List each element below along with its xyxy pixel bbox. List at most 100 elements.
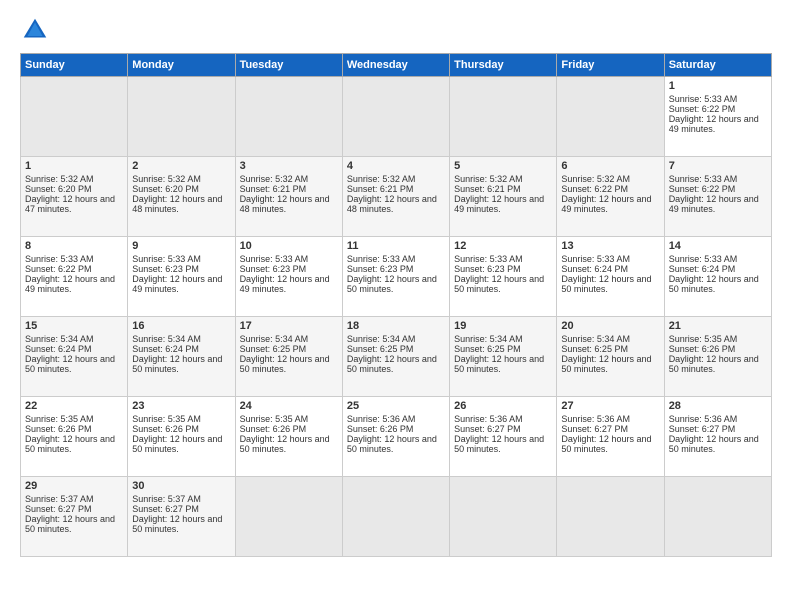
calendar-cell: 29Sunrise: 5:37 AMSunset: 6:27 PMDayligh… xyxy=(21,477,128,557)
calendar-cell xyxy=(342,477,449,557)
sunset-text: Sunset: 6:27 PM xyxy=(561,424,659,434)
sunset-text: Sunset: 6:24 PM xyxy=(132,344,230,354)
sunrise-text: Sunrise: 5:34 AM xyxy=(454,334,552,344)
sunset-text: Sunset: 6:26 PM xyxy=(25,424,123,434)
week-row-5: 22Sunrise: 5:35 AMSunset: 6:26 PMDayligh… xyxy=(21,397,772,477)
sunset-text: Sunset: 6:26 PM xyxy=(347,424,445,434)
daylight-text: Daylight: 12 hours and 48 minutes. xyxy=(240,194,338,214)
day-header-wednesday: Wednesday xyxy=(342,54,449,77)
day-number: 1 xyxy=(25,160,123,172)
day-number: 14 xyxy=(669,240,767,252)
sunrise-text: Sunrise: 5:34 AM xyxy=(25,334,123,344)
daylight-text: Daylight: 12 hours and 50 minutes. xyxy=(25,354,123,374)
day-header-friday: Friday xyxy=(557,54,664,77)
sunrise-text: Sunrise: 5:34 AM xyxy=(132,334,230,344)
sunrise-text: Sunrise: 5:33 AM xyxy=(240,254,338,264)
day-number: 19 xyxy=(454,320,552,332)
sunset-text: Sunset: 6:25 PM xyxy=(240,344,338,354)
sunset-text: Sunset: 6:25 PM xyxy=(347,344,445,354)
calendar-cell: 4Sunrise: 5:32 AMSunset: 6:21 PMDaylight… xyxy=(342,157,449,237)
daylight-text: Daylight: 12 hours and 48 minutes. xyxy=(347,194,445,214)
logo-icon xyxy=(20,15,50,45)
day-number: 13 xyxy=(561,240,659,252)
calendar-cell: 7Sunrise: 5:33 AMSunset: 6:22 PMDaylight… xyxy=(664,157,771,237)
calendar-cell xyxy=(450,477,557,557)
calendar-cell: 1Sunrise: 5:32 AMSunset: 6:20 PMDaylight… xyxy=(21,157,128,237)
calendar-cell: 16Sunrise: 5:34 AMSunset: 6:24 PMDayligh… xyxy=(128,317,235,397)
sunrise-text: Sunrise: 5:35 AM xyxy=(132,414,230,424)
sunset-text: Sunset: 6:20 PM xyxy=(132,184,230,194)
sunrise-text: Sunrise: 5:35 AM xyxy=(669,334,767,344)
daylight-text: Daylight: 12 hours and 50 minutes. xyxy=(454,434,552,454)
calendar-cell: 25Sunrise: 5:36 AMSunset: 6:26 PMDayligh… xyxy=(342,397,449,477)
calendar-page: SundayMondayTuesdayWednesdayThursdayFrid… xyxy=(0,0,792,612)
calendar-cell: 8Sunrise: 5:33 AMSunset: 6:22 PMDaylight… xyxy=(21,237,128,317)
sunset-text: Sunset: 6:26 PM xyxy=(132,424,230,434)
calendar-cell: 15Sunrise: 5:34 AMSunset: 6:24 PMDayligh… xyxy=(21,317,128,397)
sunrise-text: Sunrise: 5:34 AM xyxy=(347,334,445,344)
daylight-text: Daylight: 12 hours and 49 minutes. xyxy=(454,194,552,214)
daylight-text: Daylight: 12 hours and 50 minutes. xyxy=(561,434,659,454)
daylight-text: Daylight: 12 hours and 50 minutes. xyxy=(669,354,767,374)
calendar-cell: 24Sunrise: 5:35 AMSunset: 6:26 PMDayligh… xyxy=(235,397,342,477)
daylight-text: Daylight: 12 hours and 49 minutes. xyxy=(669,194,767,214)
sunset-text: Sunset: 6:27 PM xyxy=(132,504,230,514)
day-number: 26 xyxy=(454,400,552,412)
sunrise-text: Sunrise: 5:33 AM xyxy=(669,254,767,264)
sunset-text: Sunset: 6:22 PM xyxy=(25,264,123,274)
sunrise-text: Sunrise: 5:36 AM xyxy=(347,414,445,424)
sunset-text: Sunset: 6:23 PM xyxy=(347,264,445,274)
calendar-cell: 6Sunrise: 5:32 AMSunset: 6:22 PMDaylight… xyxy=(557,157,664,237)
sunset-text: Sunset: 6:26 PM xyxy=(669,344,767,354)
sunrise-text: Sunrise: 5:37 AM xyxy=(25,494,123,504)
daylight-text: Daylight: 12 hours and 49 minutes. xyxy=(561,194,659,214)
calendar-cell: 9Sunrise: 5:33 AMSunset: 6:23 PMDaylight… xyxy=(128,237,235,317)
day-number: 9 xyxy=(132,240,230,252)
day-number: 22 xyxy=(25,400,123,412)
day-number: 8 xyxy=(25,240,123,252)
sunrise-text: Sunrise: 5:33 AM xyxy=(669,174,767,184)
calendar-cell: 22Sunrise: 5:35 AMSunset: 6:26 PMDayligh… xyxy=(21,397,128,477)
calendar-header: SundayMondayTuesdayWednesdayThursdayFrid… xyxy=(21,54,772,77)
sunrise-text: Sunrise: 5:36 AM xyxy=(669,414,767,424)
day-number: 15 xyxy=(25,320,123,332)
week-row-2: 1 Sunrise: 5:32 AM Sunset: 6:20 PM Daylight… xyxy=(21,157,772,237)
daylight-text: Daylight: 12 hours and 49 minutes. xyxy=(669,114,767,134)
calendar-cell: 26Sunrise: 5:36 AMSunset: 6:27 PMDayligh… xyxy=(450,397,557,477)
day-number: 1 xyxy=(669,80,767,92)
calendar-cell: 2Sunrise: 5:32 AMSunset: 6:20 PMDaylight… xyxy=(128,157,235,237)
day-number: 12 xyxy=(454,240,552,252)
calendar-cell: 14Sunrise: 5:33 AMSunset: 6:24 PMDayligh… xyxy=(664,237,771,317)
sunset-text: Sunset: 6:23 PM xyxy=(454,264,552,274)
daylight-text: Daylight: 12 hours and 47 minutes. xyxy=(25,194,123,214)
sunrise-text: Sunrise: 5:32 AM xyxy=(25,174,123,184)
sunset-text: Sunset: 6:21 PM xyxy=(347,184,445,194)
daylight-text: Daylight: 12 hours and 50 minutes. xyxy=(669,274,767,294)
logo xyxy=(20,15,56,45)
daylight-text: Daylight: 12 hours and 50 minutes. xyxy=(240,354,338,374)
day-header-monday: Monday xyxy=(128,54,235,77)
calendar-cell: 20Sunrise: 5:34 AMSunset: 6:25 PMDayligh… xyxy=(557,317,664,397)
day-header-sunday: Sunday xyxy=(21,54,128,77)
daylight-text: Daylight: 12 hours and 50 minutes. xyxy=(347,354,445,374)
daylight-text: Daylight: 12 hours and 50 minutes. xyxy=(25,434,123,454)
calendar-cell: 1Sunrise: 5:33 AMSunset: 6:22 PMDaylight… xyxy=(664,77,771,157)
sunrise-text: Sunrise: 5:33 AM xyxy=(132,254,230,264)
calendar-cell: 3Sunrise: 5:32 AMSunset: 6:21 PMDaylight… xyxy=(235,157,342,237)
day-number: 6 xyxy=(561,160,659,172)
week-row-6: 29Sunrise: 5:37 AMSunset: 6:27 PMDayligh… xyxy=(21,477,772,557)
day-number: 2 xyxy=(132,160,230,172)
week-row-1: 1Sunrise: 5:33 AMSunset: 6:22 PMDaylight… xyxy=(21,77,772,157)
calendar-cell: 23Sunrise: 5:35 AMSunset: 6:26 PMDayligh… xyxy=(128,397,235,477)
sunrise-text: Sunrise: 5:37 AM xyxy=(132,494,230,504)
sunset-text: Sunset: 6:23 PM xyxy=(132,264,230,274)
day-number: 23 xyxy=(132,400,230,412)
daylight-text: Daylight: 12 hours and 50 minutes. xyxy=(240,434,338,454)
calendar-cell xyxy=(450,77,557,157)
sunrise-text: Sunrise: 5:33 AM xyxy=(561,254,659,264)
calendar-cell xyxy=(557,477,664,557)
sunset-text: Sunset: 6:21 PM xyxy=(454,184,552,194)
day-number: 28 xyxy=(669,400,767,412)
day-number: 24 xyxy=(240,400,338,412)
calendar-cell: 18Sunrise: 5:34 AMSunset: 6:25 PMDayligh… xyxy=(342,317,449,397)
